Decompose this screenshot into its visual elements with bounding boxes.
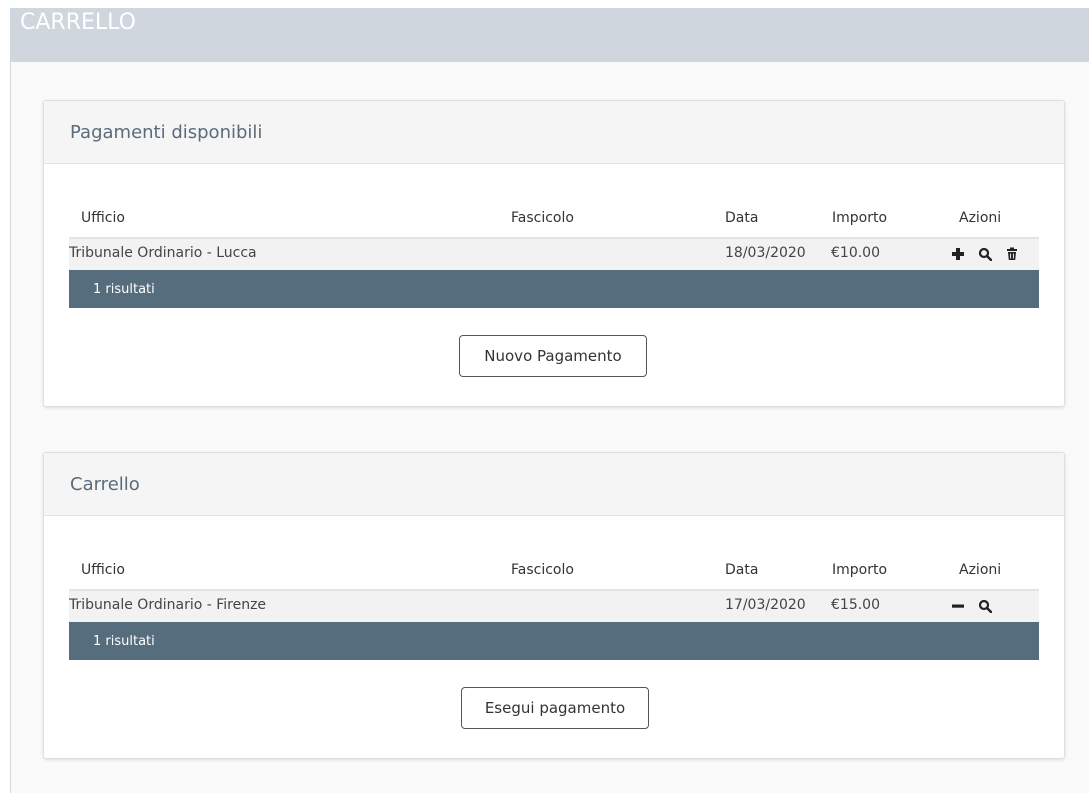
minus-icon[interactable]: [951, 599, 965, 613]
column-header-importo[interactable]: Importo: [832, 210, 887, 226]
column-header-azioni: Azioni: [959, 210, 1002, 226]
table-row[interactable]: Tribunale Ordinario - Firenze 17/03/2020…: [69, 591, 1039, 622]
row-actions: [951, 596, 993, 616]
available-payments-panel: Pagamenti disponibili Ufficio Fascicolo …: [43, 100, 1065, 407]
cart-panel: Carrello Ufficio Fascicolo Data Importo …: [43, 452, 1065, 759]
panel-title: Carrello: [70, 474, 140, 495]
column-header-ufficio[interactable]: Ufficio: [81, 210, 125, 226]
search-icon[interactable]: [978, 599, 993, 614]
main-content: Pagamenti disponibili Ufficio Fascicolo …: [10, 62, 1089, 793]
column-header-fascicolo[interactable]: Fascicolo: [511, 210, 574, 226]
column-header-data[interactable]: Data: [725, 562, 758, 578]
column-header-importo[interactable]: Importo: [832, 562, 887, 578]
panel-heading: Carrello: [44, 453, 1064, 516]
panel-title: Pagamenti disponibili: [70, 122, 263, 143]
execute-payment-button[interactable]: Esegui pagamento: [461, 687, 649, 729]
table-header: Ufficio Fascicolo Data Importo Azioni: [69, 551, 1039, 591]
page-title: CARRELLO: [20, 10, 136, 35]
cell-data: 18/03/2020: [725, 245, 806, 261]
trash-icon[interactable]: [1005, 247, 1019, 261]
cell-importo: €15.00: [831, 597, 880, 613]
cart-table: Ufficio Fascicolo Data Importo Azioni Tr…: [69, 551, 1039, 660]
table-row[interactable]: Tribunale Ordinario - Lucca 18/03/2020 €…: [69, 239, 1039, 270]
column-header-data[interactable]: Data: [725, 210, 758, 226]
column-header-azioni: Azioni: [959, 562, 1002, 578]
row-actions: [951, 244, 1019, 264]
panel-heading: Pagamenti disponibili: [44, 101, 1064, 164]
results-count: 1 risultati: [93, 634, 155, 649]
cell-ufficio: Tribunale Ordinario - Lucca: [69, 245, 257, 261]
table-header: Ufficio Fascicolo Data Importo Azioni: [69, 199, 1039, 239]
cell-data: 17/03/2020: [725, 597, 806, 613]
cell-ufficio: Tribunale Ordinario - Firenze: [69, 597, 267, 613]
column-header-fascicolo[interactable]: Fascicolo: [511, 562, 574, 578]
search-icon[interactable]: [978, 247, 993, 262]
column-header-ufficio[interactable]: Ufficio: [81, 562, 125, 578]
new-payment-button[interactable]: Nuovo Pagamento: [459, 335, 647, 377]
page-header: CARRELLO: [10, 8, 1089, 62]
cell-importo: €10.00: [831, 245, 880, 261]
results-bar: 1 risultati: [69, 622, 1039, 660]
results-bar: 1 risultati: [69, 270, 1039, 308]
plus-icon[interactable]: [951, 247, 965, 261]
results-count: 1 risultati: [93, 282, 155, 297]
available-payments-table: Ufficio Fascicolo Data Importo Azioni Tr…: [69, 199, 1039, 308]
